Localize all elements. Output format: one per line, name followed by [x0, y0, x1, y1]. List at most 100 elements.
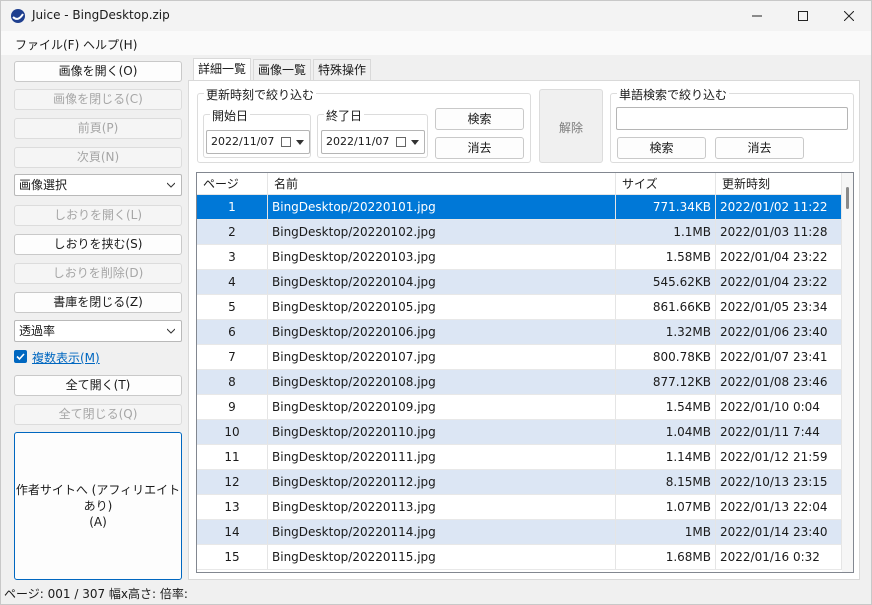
cell-page: 10 — [197, 420, 268, 445]
cell-size: 800.78KB — [616, 345, 716, 370]
maximize-button[interactable] — [780, 1, 826, 31]
cell-date: 2022/01/03 11:28 — [716, 220, 842, 245]
author-site-button[interactable]: 作者サイトへ (アフィリエイトあり) (A) — [14, 432, 182, 580]
scrollbar-thumb[interactable] — [846, 187, 849, 209]
cell-page: 12 — [197, 470, 268, 495]
cell-page: 9 — [197, 395, 268, 420]
transparency-value: 透過率 — [19, 324, 56, 338]
dropdown-arrow-icon — [296, 140, 304, 145]
table-row[interactable]: 9 BingDesktop/20220109.jpg 1.54MB 2022/01/1… — [197, 395, 842, 420]
delete-bookmark-button[interactable]: しおりを削除(D) — [14, 263, 182, 284]
cell-size: 1.1MB — [616, 220, 716, 245]
table-row[interactable]: 7 BingDesktop/20220107.jpg 800.78KB 2022/01… — [197, 345, 842, 370]
table-row[interactable]: 13 BingDesktop/20220113.jpg 1.07MB 2022/01/… — [197, 495, 842, 520]
image-select-dropdown[interactable]: 画像選択 — [14, 174, 182, 196]
cell-size: 1.07MB — [616, 495, 716, 520]
open-bookmark-button[interactable]: しおりを開く(L) — [14, 205, 182, 226]
date-filter-title: 更新時刻で絞り込む — [204, 86, 317, 103]
cell-date: 2022/01/04 23:22 — [716, 270, 842, 295]
cell-name: BingDesktop/20220108.jpg — [268, 370, 616, 395]
column-header-name[interactable]: 名前 — [268, 173, 616, 195]
cell-size: 877.12KB — [616, 370, 716, 395]
word-search-button[interactable]: 検索 — [617, 137, 706, 159]
status-bar: ページ: 001 / 307 幅x高さ: 倍率: — [1, 584, 871, 604]
table-row[interactable]: 15 BingDesktop/20220115.jpg 1.68MB 2022/01/… — [197, 545, 842, 570]
calendar-icon — [281, 137, 291, 147]
cell-page: 15 — [197, 545, 268, 570]
tab-special-ops[interactable]: 特殊操作 — [313, 59, 372, 81]
cell-page: 11 — [197, 445, 268, 470]
minimize-button[interactable] — [734, 1, 780, 31]
table-row[interactable]: 10 BingDesktop/20220110.jpg 1.04MB 2022/01/… — [197, 420, 842, 445]
table-row[interactable]: 1 BingDesktop/20220101.jpg 771.34KB 2022/01… — [197, 195, 842, 220]
end-date-label: 終了日 — [324, 107, 365, 124]
table-row[interactable]: 6 BingDesktop/20220106.jpg 1.32MB 2022/01/0… — [197, 320, 842, 345]
cell-size: 545.62KB — [616, 270, 716, 295]
cell-size: 1.32MB — [616, 320, 716, 345]
menu-file[interactable]: ファイル(F) — [15, 36, 79, 53]
cell-page: 14 — [197, 520, 268, 545]
cell-size: 1.14MB — [616, 445, 716, 470]
end-date-picker[interactable]: 2022/11/07 — [321, 130, 425, 154]
column-header-date[interactable]: 更新時刻 — [716, 173, 842, 195]
column-header-size[interactable]: サイズ — [616, 173, 716, 195]
cell-size: 1.54MB — [616, 395, 716, 420]
close-image-button[interactable]: 画像を閉じる(C) — [14, 89, 182, 110]
cell-date: 2022/01/12 21:59 — [716, 445, 842, 470]
menu-help[interactable]: ヘルプ(H) — [83, 36, 137, 53]
author-site-accel: (A) — [89, 515, 107, 529]
release-button[interactable]: 解除 — [539, 89, 603, 163]
cell-date: 2022/10/13 23:15 — [716, 470, 842, 495]
column-header-page[interactable]: ページ — [197, 173, 268, 195]
cell-name: BingDesktop/20220109.jpg — [268, 395, 616, 420]
close-button[interactable] — [826, 1, 872, 31]
maximize-icon — [798, 11, 808, 21]
open-all-button[interactable]: 全て開く(T) — [14, 375, 182, 396]
cell-size: 1.68MB — [616, 545, 716, 570]
cell-size: 8.15MB — [616, 470, 716, 495]
vertical-scrollbar[interactable] — [842, 173, 853, 572]
cell-name: BingDesktop/20220106.jpg — [268, 320, 616, 345]
prev-page-button[interactable]: 前頁(P) — [14, 118, 182, 139]
cell-page: 5 — [197, 295, 268, 320]
table-row[interactable]: 4 BingDesktop/20220104.jpg 545.62KB 2022/01… — [197, 270, 842, 295]
cell-size: 1.04MB — [616, 420, 716, 445]
close-icon — [844, 11, 854, 21]
cell-page: 7 — [197, 345, 268, 370]
cell-page: 6 — [197, 320, 268, 345]
start-date-picker[interactable]: 2022/11/07 — [206, 130, 310, 154]
cell-date: 2022/01/13 22:04 — [716, 495, 842, 520]
tab-image-list[interactable]: 画像一覧 — [253, 59, 312, 81]
cell-date: 2022/01/08 23:46 — [716, 370, 842, 395]
open-image-button[interactable]: 画像を開く(O) — [14, 61, 182, 82]
table-row[interactable]: 3 BingDesktop/20220103.jpg 1.58MB 2022/01/0… — [197, 245, 842, 270]
date-clear-button[interactable]: 消去 — [435, 137, 524, 159]
cell-date: 2022/01/02 11:22 — [716, 195, 842, 220]
close-all-button[interactable]: 全て閉じる(Q) — [14, 404, 182, 425]
close-library-button[interactable]: 書庫を閉じる(Z) — [14, 292, 182, 313]
table-row[interactable]: 2 BingDesktop/20220102.jpg 1.1MB 2022/01/03… — [197, 220, 842, 245]
table-row[interactable]: 5 BingDesktop/20220105.jpg 861.66KB 2022/01… — [197, 295, 842, 320]
table-row[interactable]: 12 BingDesktop/20220112.jpg 8.15MB 2022/10/… — [197, 470, 842, 495]
cell-date: 2022/01/11 7:44 — [716, 420, 842, 445]
word-search-input[interactable] — [616, 107, 848, 130]
cell-name: BingDesktop/20220103.jpg — [268, 245, 616, 270]
table-row[interactable]: 14 BingDesktop/20220114.jpg 1MB 2022/01/14 … — [197, 520, 842, 545]
tab-detail-list[interactable]: 詳細一覧 — [193, 58, 252, 81]
minimize-icon — [752, 15, 762, 17]
end-date-value: 2022/11/07 — [326, 135, 390, 148]
calendar-icon — [396, 137, 406, 147]
cell-page: 1 — [197, 195, 268, 220]
next-page-button[interactable]: 次頁(N) — [14, 147, 182, 168]
table-row[interactable]: 8 BingDesktop/20220108.jpg 877.12KB 2022/01… — [197, 370, 842, 395]
cell-page: 8 — [197, 370, 268, 395]
table-row[interactable]: 11 BingDesktop/20220111.jpg 1.14MB 2022/01/… — [197, 445, 842, 470]
transparency-dropdown[interactable]: 透過率 — [14, 320, 182, 342]
cell-size: 771.34KB — [616, 195, 716, 220]
cell-page: 4 — [197, 270, 268, 295]
date-search-button[interactable]: 検索 — [435, 108, 524, 130]
word-clear-button[interactable]: 消去 — [715, 137, 804, 159]
cell-name: BingDesktop/20220112.jpg — [268, 470, 616, 495]
insert-bookmark-button[interactable]: しおりを挟む(S) — [14, 234, 182, 255]
file-list-table[interactable]: ページ 名前 サイズ 更新時刻 1 BingDesktop/20220101.jp… — [196, 172, 854, 573]
